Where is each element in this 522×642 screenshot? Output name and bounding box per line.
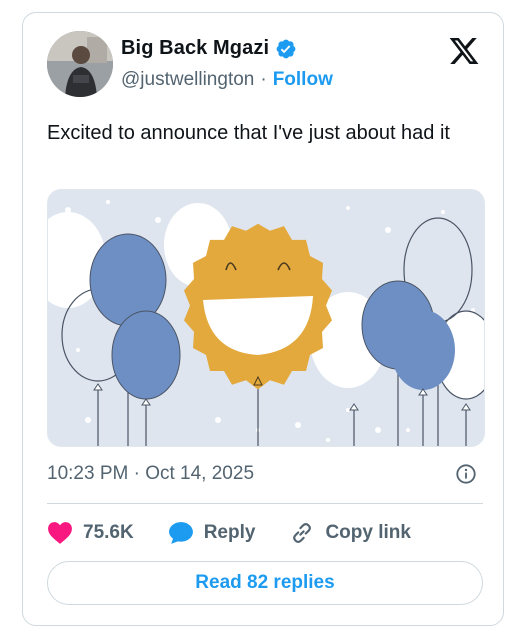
reply-label: Reply [203,522,256,543]
read-replies-button[interactable]: Read 82 replies [47,561,483,605]
author-handle[interactable]: @justwellington [121,69,254,91]
tweet-actions: 75.6K Reply Copy link [47,517,445,549]
tweet-text: Excited to announce that I've just about… [47,122,450,144]
copy-link-label: Copy link [325,522,411,543]
tweet-media-image[interactable] [47,189,485,447]
reply-bubble-icon [168,521,194,545]
info-icon[interactable] [455,463,477,485]
follow-button[interactable]: Follow [273,69,333,91]
tweet-timestamp[interactable]: 10:23 PM · Oct 14, 2025 [47,463,254,485]
x-logo-icon[interactable] [447,35,481,67]
link-icon [289,520,315,546]
tweet-embed-card: Big Back Mgazi @justwellington · Follow … [22,12,504,626]
author-name-row: Big Back Mgazi [121,37,297,60]
divider [47,503,483,504]
author-display-name[interactable]: Big Back Mgazi [121,37,269,60]
separator-dot: · [260,69,267,90]
verified-badge-icon [275,38,297,60]
heart-icon [47,521,73,545]
like-button[interactable]: 75.6K [47,521,134,545]
reply-button[interactable]: Reply [168,521,256,545]
avatar-photo [47,31,113,97]
smiley-balloon-celebration-image [48,190,484,446]
like-count: 75.6K [83,522,134,543]
copy-link-button[interactable]: Copy link [289,520,411,546]
avatar[interactable] [47,31,113,97]
author-handle-row: @justwellington · Follow [121,69,333,91]
